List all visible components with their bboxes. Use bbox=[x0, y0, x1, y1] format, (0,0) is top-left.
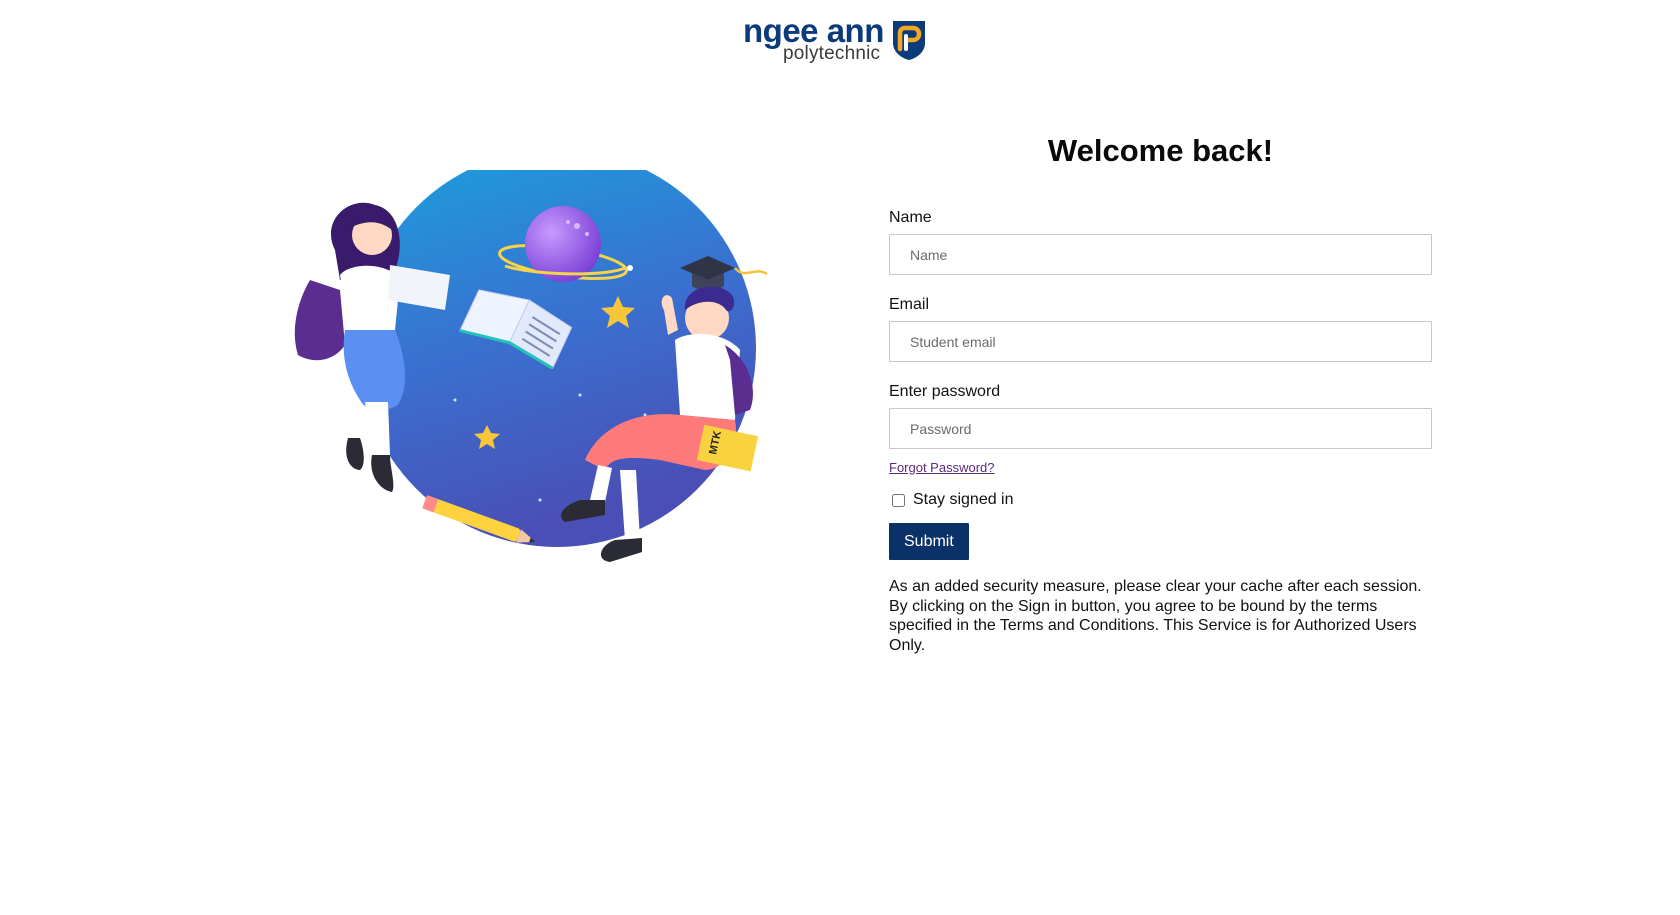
password-group: Enter password bbox=[889, 382, 1432, 449]
stay-signed-in-checkbox[interactable] bbox=[892, 493, 905, 507]
name-label: Name bbox=[889, 209, 932, 226]
email-group: Email bbox=[889, 295, 1432, 362]
name-group: Name bbox=[889, 208, 1432, 275]
email-input[interactable] bbox=[889, 321, 1432, 362]
password-input[interactable] bbox=[889, 408, 1432, 449]
ngee-ann-polytechnic-logo: ngee ann polytechnic bbox=[743, 14, 931, 66]
stay-signed-in-option[interactable]: Stay signed in bbox=[889, 490, 1432, 510]
login-form: Welcome back! Name Email Enter password … bbox=[889, 130, 1432, 655]
email-label: Email bbox=[889, 296, 930, 313]
security-notice: As an added security measure, please cle… bbox=[889, 578, 1422, 654]
login-page: ngee ann polytechnic MTK Welcome back! N… bbox=[0, 0, 1680, 915]
name-input[interactable] bbox=[889, 234, 1432, 275]
submit-button[interactable]: Submit bbox=[889, 523, 969, 560]
password-label: Enter password bbox=[889, 383, 1001, 400]
logo-subtitle: polytechnic bbox=[783, 43, 881, 64]
page-title: Welcome back! bbox=[1047, 133, 1274, 168]
logo-shield-icon bbox=[893, 21, 925, 60]
forgot-password-link[interactable]: Forgot Password? bbox=[889, 460, 995, 476]
stay-signed-in-label: Stay signed in bbox=[913, 491, 1014, 508]
students-space-illustration: MTK bbox=[294, 170, 768, 562]
